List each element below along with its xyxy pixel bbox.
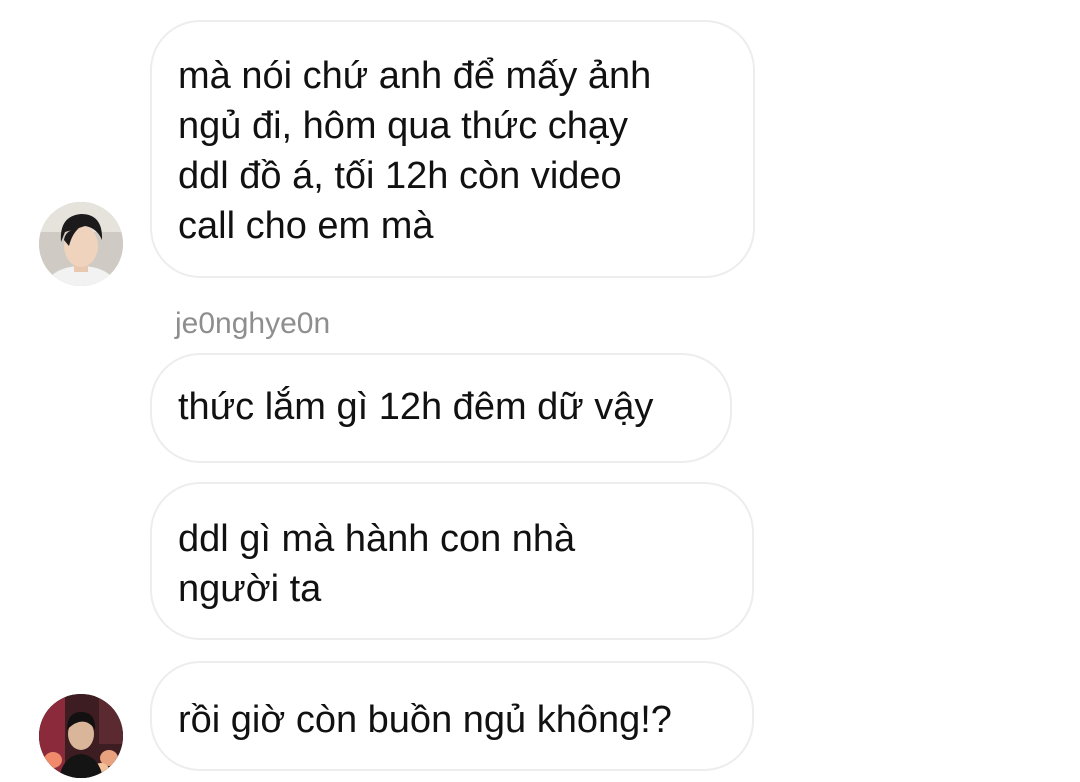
message-bubble[interactable]: rồi giờ còn buồn ngủ không!? (150, 661, 754, 771)
message-bubble[interactable]: thức lắm gì 12h đêm dữ vậy (150, 353, 732, 463)
message-text: thức lắm gì 12h đêm dữ vậy (178, 386, 654, 428)
avatar-photo (39, 202, 123, 286)
contact-avatar[interactable] (39, 694, 123, 778)
message-text: ddl gì mà hành con nhà (178, 518, 576, 560)
contact-avatar[interactable] (39, 202, 123, 286)
message-text: rồi giờ còn buồn ngủ không!? (178, 699, 672, 741)
message-bubble[interactable]: ddl gì mà hành con nhà người ta (150, 482, 754, 640)
message-text: call cho em mà (178, 205, 434, 247)
message-bubble[interactable]: mà nói chứ anh để mấy ảnh ngủ đi, hôm qu… (150, 20, 755, 278)
message-text: ddl đồ á, tối 12h còn video (178, 155, 622, 197)
message-text: mà nói chứ anh để mấy ảnh (178, 55, 652, 97)
message-text: ngủ đi, hôm qua thức chạy (178, 105, 629, 147)
message-text: người ta (178, 568, 322, 610)
sender-name: je0nghye0n (175, 307, 331, 340)
avatar-photo (39, 694, 123, 778)
